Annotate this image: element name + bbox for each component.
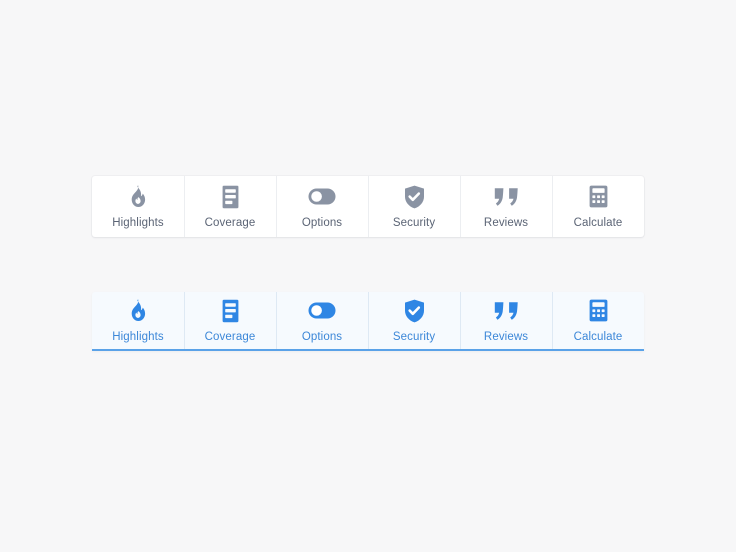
document-list-icon: [221, 184, 240, 210]
tab-highlights-active[interactable]: Highlights: [92, 292, 184, 349]
calculator-icon: [589, 184, 608, 210]
tab-label: Security: [392, 216, 436, 229]
tab-coverage-active[interactable]: Coverage: [184, 292, 276, 349]
toggle-switch-icon: [308, 298, 336, 324]
flame-icon: [128, 184, 148, 210]
tab-label: Highlights: [112, 216, 164, 229]
tab-bar-default: Highlights Coverage Options Security Rev…: [92, 176, 644, 237]
tab-options[interactable]: Options: [276, 176, 368, 237]
tab-security-active[interactable]: Security: [368, 292, 460, 349]
tab-calculate-active[interactable]: Calculate: [552, 292, 644, 349]
tab-calculate[interactable]: Calculate: [552, 176, 644, 237]
tab-label: Reviews: [483, 330, 529, 343]
tab-label: Highlights: [112, 330, 164, 343]
tab-label: Calculate: [573, 216, 623, 229]
calculator-icon: [589, 298, 608, 324]
tab-label: Security: [392, 330, 436, 343]
tab-bar-active: Highlights Coverage Options Security Rev…: [92, 292, 644, 351]
tab-options-active[interactable]: Options: [276, 292, 368, 349]
shield-check-icon: [404, 298, 425, 324]
tab-label: Reviews: [483, 216, 529, 229]
tab-highlights[interactable]: Highlights: [92, 176, 184, 237]
flame-icon: [128, 298, 148, 324]
tab-security[interactable]: Security: [368, 176, 460, 237]
tab-label: Options: [301, 216, 343, 229]
tab-reviews-active[interactable]: Reviews: [460, 292, 552, 349]
tab-coverage[interactable]: Coverage: [184, 176, 276, 237]
tab-label: Options: [301, 330, 343, 343]
tab-reviews[interactable]: Reviews: [460, 176, 552, 237]
tab-label: Coverage: [204, 330, 256, 343]
quote-marks-icon: [494, 298, 519, 324]
document-list-icon: [221, 298, 240, 324]
quote-marks-icon: [494, 184, 519, 210]
shield-check-icon: [404, 184, 425, 210]
tab-label: Coverage: [204, 216, 256, 229]
tab-label: Calculate: [573, 330, 623, 343]
page-canvas: Highlights Coverage Options Security Rev…: [0, 0, 736, 552]
toggle-switch-icon: [308, 184, 336, 210]
